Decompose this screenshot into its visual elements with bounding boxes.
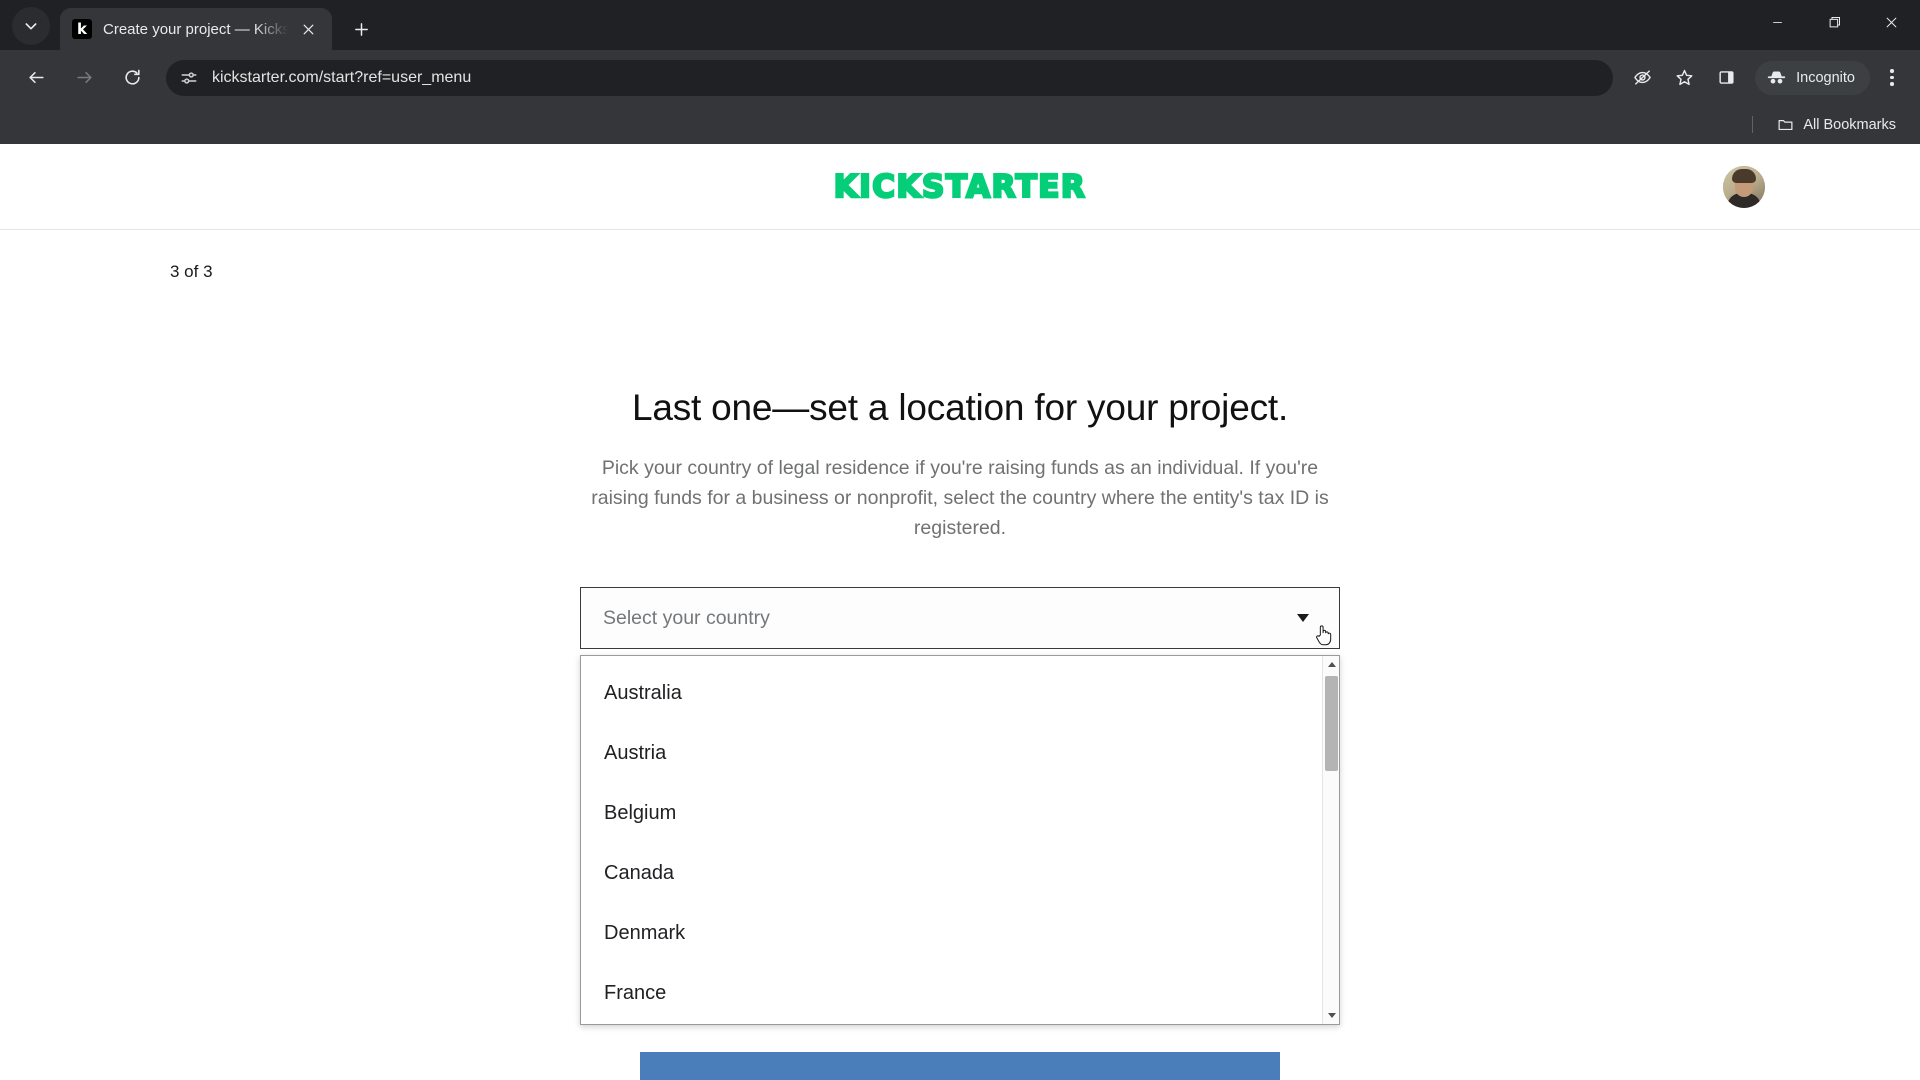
maximize-icon: [1829, 17, 1840, 28]
country-dropdown-list[interactable]: Australia Austria Belgium Canada Denmark…: [580, 655, 1340, 1025]
list-item[interactable]: Denmark: [581, 903, 1322, 963]
step-indicator-row: 3 of 3: [0, 230, 1920, 282]
country-select-placeholder: Select your country: [603, 606, 770, 629]
continue-button[interactable]: [640, 1052, 1280, 1080]
three-dot-menu-icon: [1890, 82, 1894, 86]
bookmark-button[interactable]: [1666, 60, 1702, 96]
list-item[interactable]: Austria: [581, 723, 1322, 783]
tab-search-button[interactable]: [12, 7, 50, 45]
kickstarter-logo[interactable]: KICKSTARTER: [832, 167, 1087, 206]
tracking-protection-button[interactable]: [1624, 60, 1660, 96]
incognito-indicator[interactable]: Incognito: [1755, 60, 1870, 95]
close-window-button[interactable]: [1863, 0, 1920, 45]
all-bookmarks-label: All Bookmarks: [1803, 116, 1896, 133]
scroll-down-button[interactable]: [1323, 1007, 1340, 1024]
chrome-menu-button[interactable]: [1876, 60, 1908, 96]
eye-slash-icon: [1633, 70, 1651, 85]
tune-settings-icon: [181, 71, 197, 84]
minimize-icon: [1773, 22, 1782, 23]
folder-icon: [1778, 120, 1793, 131]
close-icon: [303, 24, 313, 34]
three-dot-menu-icon: [1890, 69, 1894, 73]
chevron-down-icon: [1297, 614, 1309, 622]
country-select[interactable]: Select your country: [580, 587, 1340, 649]
site-header: KICKSTARTER: [0, 144, 1920, 230]
tab-close-button[interactable]: [296, 17, 320, 41]
location-form: Last one—set a location for your project…: [0, 282, 1920, 1025]
back-button[interactable]: [18, 60, 54, 96]
star-icon: [1676, 69, 1693, 86]
new-tab-button[interactable]: [344, 12, 378, 46]
dropdown-scrollbar[interactable]: [1322, 656, 1339, 1024]
step-indicator: 3 of 3: [170, 262, 213, 281]
scrollbar-thumb[interactable]: [1325, 676, 1338, 771]
page-description: Pick your country of legal residence if …: [591, 457, 1329, 539]
page-content: KICKSTARTER 3 of 3 Last one—set a locati…: [0, 144, 1920, 1080]
chevron-down-icon: [1327, 1013, 1336, 1018]
url-text[interactable]: kickstarter.com/start?ref=user_menu: [212, 69, 471, 87]
page-title: Last one—set a location for your project…: [631, 387, 1289, 428]
forward-button[interactable]: [66, 60, 102, 96]
user-avatar[interactable]: [1723, 166, 1765, 208]
list-item[interactable]: France: [581, 963, 1322, 1023]
divider: [1752, 116, 1754, 133]
favicon-letter: k: [77, 19, 87, 38]
back-arrow-icon: [28, 71, 44, 84]
maximize-button[interactable]: [1806, 0, 1863, 45]
mouse-cursor-hand-icon: [1316, 625, 1332, 646]
three-dot-menu-icon: [1890, 75, 1894, 80]
dropdown-options: Australia Austria Belgium Canada Denmark…: [581, 656, 1322, 1024]
scroll-up-button[interactable]: [1323, 656, 1340, 673]
reload-icon: [124, 69, 140, 85]
browser-toolbar: kickstarter.com/start?ref=user_menu Inco…: [0, 50, 1920, 105]
browser-window: k Create your project — Kickstart kickst…: [0, 0, 1920, 1080]
country-select-area: Select your country Australia Austria Be…: [580, 587, 1340, 1025]
tab-title: Create your project — Kickstart: [103, 20, 296, 38]
bookmarks-bar: All Bookmarks: [0, 105, 1920, 144]
incognito-label: Incognito: [1796, 69, 1855, 86]
site-info-button[interactable]: [180, 69, 198, 87]
list-item[interactable]: Canada: [581, 843, 1322, 903]
window-controls: [1749, 0, 1920, 50]
reload-button[interactable]: [114, 60, 150, 96]
minimize-button[interactable]: [1749, 0, 1806, 45]
incognito-hat-icon: [1767, 71, 1786, 84]
tab-strip: k Create your project — Kickstart: [0, 0, 1920, 50]
address-bar[interactable]: kickstarter.com/start?ref=user_menu: [166, 59, 1614, 96]
plus-icon: [354, 22, 368, 36]
side-panel-icon: [1719, 71, 1734, 84]
avatar-hair: [1732, 169, 1756, 183]
all-bookmarks-button[interactable]: All Bookmarks: [1769, 112, 1904, 137]
list-item[interactable]: Australia: [581, 663, 1322, 723]
chevron-up-icon: [1327, 662, 1336, 667]
browser-tab[interactable]: k Create your project — Kickstart: [60, 8, 332, 50]
close-icon: [1886, 17, 1897, 28]
kickstarter-favicon: k: [72, 19, 92, 39]
list-item[interactable]: Belgium: [581, 783, 1322, 843]
side-panel-button[interactable]: [1708, 60, 1744, 96]
forward-arrow-icon: [76, 71, 92, 84]
chevron-down-icon: [25, 23, 37, 30]
